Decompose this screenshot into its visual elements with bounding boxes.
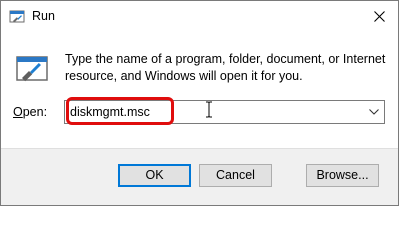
- run-dialog: Run Type the name of a program, folder, …: [0, 0, 399, 206]
- window-title: Run: [32, 9, 55, 23]
- run-dialog-icon: [16, 56, 48, 82]
- dropdown-button[interactable]: [364, 101, 384, 123]
- browse-button[interactable]: Browse...: [306, 164, 379, 187]
- open-label: Open:: [13, 105, 47, 119]
- ok-button[interactable]: OK: [118, 164, 191, 187]
- open-label-accelerator: O: [13, 105, 23, 119]
- text-cursor-icon: [206, 101, 212, 118]
- title-bar[interactable]: Run: [1, 1, 398, 32]
- button-bar: OK Cancel Browse...: [1, 148, 398, 205]
- cancel-button[interactable]: Cancel: [199, 164, 272, 187]
- instructions-text: Type the name of a program, folder, docu…: [65, 52, 386, 83]
- close-icon: [373, 11, 385, 22]
- chevron-down-icon: [369, 109, 379, 115]
- open-label-text: pen:: [22, 105, 48, 119]
- highlight-annotation: [66, 97, 174, 125]
- run-app-icon: [9, 10, 25, 23]
- close-button[interactable]: [360, 1, 398, 32]
